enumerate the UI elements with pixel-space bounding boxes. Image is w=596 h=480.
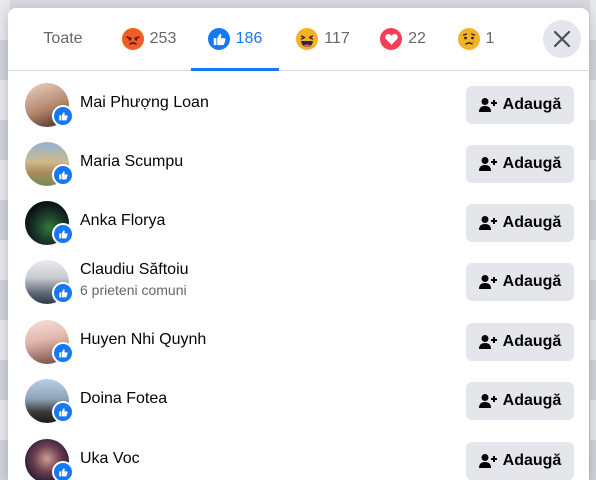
add-friend-label: Adaugă [502, 273, 562, 290]
list-item: Mai Phượng Loan Adaugă [8, 79, 589, 131]
person-name[interactable]: Anka Florya [80, 212, 165, 230]
haha-reaction-icon [296, 28, 319, 50]
backdrop-right-strip [590, 0, 596, 480]
tab-haha-count: 117 [324, 30, 350, 47]
like-badge-icon [52, 282, 74, 304]
like-badge-icon [52, 401, 74, 423]
tab-all[interactable]: Toate [28, 8, 98, 70]
add-friend-label: Adaugă [502, 155, 562, 172]
add-friend-label: Adaugă [502, 333, 562, 350]
add-friend-button[interactable]: Adaugă [466, 323, 574, 361]
like-badge-icon [52, 164, 74, 186]
list-item: Huyen Nhi Quynh Adaugă [8, 316, 589, 368]
list-item: Doina Fotea Adaugă [8, 375, 589, 427]
person-name[interactable]: Claudiu Săftoiu [80, 261, 189, 279]
tab-all-label: Toate [43, 30, 83, 47]
like-reaction-icon [207, 28, 230, 50]
add-friend-button[interactable]: Adaugă [466, 263, 574, 301]
add-friend-label: Adaugă [502, 214, 562, 231]
add-friend-button[interactable]: Adaugă [466, 204, 574, 242]
close-button[interactable] [543, 20, 581, 58]
tab-sad[interactable]: 1 [456, 8, 496, 70]
tab-love-count: 22 [408, 30, 426, 47]
add-friend-button[interactable]: Adaugă [466, 86, 574, 124]
tab-angry-count: 253 [149, 30, 177, 47]
person-name[interactable]: Huyen Nhi Quynh [80, 331, 206, 349]
like-badge-icon [52, 461, 74, 480]
reactions-dialog: Toate 253 186 117 22 1 Mai Phượng Loan A… [8, 8, 589, 480]
list-item: Anka Florya Adaugă [8, 197, 589, 249]
tab-love[interactable]: 22 [376, 8, 430, 70]
mutual-friends-text: 6 prieteni comuni [80, 282, 187, 298]
tab-like[interactable]: 186 [191, 8, 279, 71]
angry-reaction-icon [121, 28, 144, 50]
list-item: Maria Scumpu Adaugă [8, 138, 589, 190]
person-name[interactable]: Uka Voc [80, 450, 140, 468]
add-friend-button[interactable]: Adaugă [466, 442, 574, 480]
add-friend-button[interactable]: Adaugă [466, 382, 574, 420]
list-item: Claudiu Săftoiu 6 prieteni comuni Adaugă [8, 256, 589, 308]
add-friend-icon [478, 275, 497, 289]
close-icon [553, 30, 571, 48]
like-badge-icon [52, 342, 74, 364]
add-friend-label: Adaugă [502, 96, 562, 113]
person-name[interactable]: Doina Fotea [80, 390, 167, 408]
tab-angry[interactable]: 253 [110, 8, 188, 70]
like-badge-icon [52, 105, 74, 127]
add-friend-icon [478, 335, 497, 349]
add-friend-icon [478, 157, 497, 171]
person-name[interactable]: Maria Scumpu [80, 153, 183, 171]
add-friend-icon [478, 216, 497, 230]
add-friend-label: Adaugă [502, 452, 562, 469]
sad-reaction-icon [457, 28, 480, 50]
add-friend-label: Adaugă [502, 392, 562, 409]
tab-sad-count: 1 [485, 30, 495, 47]
list-item: Uka Voc Adaugă [8, 435, 589, 480]
reaction-tabs: Toate 253 186 117 22 1 [8, 8, 589, 71]
person-name[interactable]: Mai Phượng Loan [80, 94, 209, 112]
tab-like-count: 186 [235, 30, 263, 47]
tab-haha[interactable]: 117 [292, 8, 354, 70]
love-reaction-icon [380, 28, 403, 50]
add-friend-icon [478, 454, 497, 468]
add-friend-icon [478, 98, 497, 112]
like-badge-icon [52, 223, 74, 245]
add-friend-button[interactable]: Adaugă [466, 145, 574, 183]
add-friend-icon [478, 394, 497, 408]
